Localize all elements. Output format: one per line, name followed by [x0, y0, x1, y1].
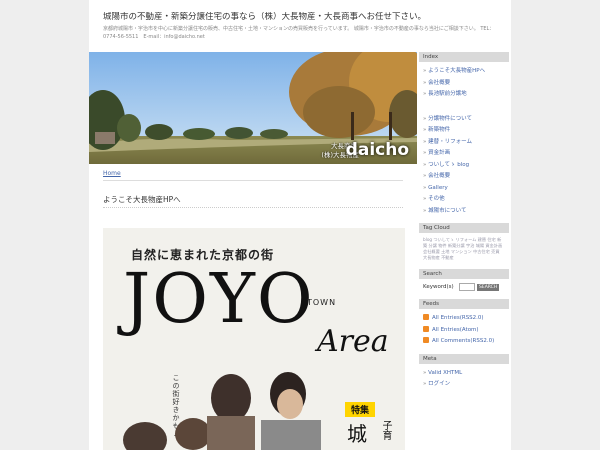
post-title[interactable]: ようこそ大長物産HPへ [103, 194, 181, 205]
feeds-heading: Feeds [419, 299, 509, 309]
page-container: 城陽市の不動産・新築分譲住宅の事なら（株）大長物産・大長商事へお任せ下さい。 京… [89, 0, 511, 450]
hero-brand-logo: daicho [345, 140, 409, 160]
meta-link[interactable]: ログイン [423, 379, 509, 391]
index-item[interactable]: 建替・リフォーム [423, 137, 509, 149]
index-item[interactable]: Gallery [423, 183, 509, 195]
index-item[interactable]: 城陽市について [423, 206, 509, 218]
tagcloud-heading: Tag Cloud [419, 223, 509, 233]
feeds-list: All Entries(RSS2.0) All Entries(Atom) Al… [419, 313, 509, 348]
index-item[interactable]: その他 [423, 194, 509, 206]
sidebar: Index ようこそ大長物産HPへ 会社概要 長池駅前分譲地 分譲物件について … [419, 52, 509, 397]
search-button[interactable]: SEARCH [477, 283, 500, 291]
site-description: 京都府城陽市・宇治市を中心に新築分譲住宅の販売、中古住宅・土地・マンションの売買… [103, 26, 495, 40]
magazine-feature-char: 城 [347, 422, 367, 446]
index-item[interactable]: ついしてゝ blog [423, 160, 509, 172]
search-input[interactable] [459, 283, 475, 291]
index-item[interactable]: 会社概要 [423, 171, 509, 183]
tag-cloud[interactable]: blog ついしてゝ リフォーム 建替 住宅 新築 分譲 物件 新築分譲 宇治 … [419, 237, 509, 263]
index-item[interactable]: ようこそ大長物産HPへ [423, 66, 509, 78]
index-item[interactable]: 長池駅前分譲地 [423, 89, 509, 101]
feed-link[interactable]: All Comments(RSS2.0) [423, 336, 509, 348]
meta-link[interactable]: Valid XHTML [423, 368, 509, 380]
meta-list: Valid XHTML ログイン [419, 368, 509, 391]
index-item[interactable]: 新築物件 [423, 125, 509, 137]
feed-link[interactable]: All Entries(Atom) [423, 325, 509, 337]
index-item[interactable]: 会社概要 [423, 78, 509, 90]
feed-link[interactable]: All Entries(RSS2.0) [423, 313, 509, 325]
index-item[interactable]: 分譲物件について [423, 114, 509, 126]
magazine-feature-text: 子育 [380, 420, 391, 440]
magazine-cover-image: 自然に恵まれた京都の街 JOYO TOWN Area この街好きかも♪ 特集 城… [103, 228, 405, 450]
search-label: Keyword(s) [423, 284, 454, 290]
divider [103, 180, 403, 181]
site-title[interactable]: 城陽市の不動産・新築分譲住宅の事なら（株）大長物産・大長商事へお任せ下さい。 [103, 12, 503, 23]
magazine-feature-badge: 特集 [345, 402, 376, 417]
meta-heading: Meta [419, 353, 509, 364]
index-list-a: ようこそ大長物産HPへ 会社概要 長池駅前分譲地 [419, 66, 509, 101]
index-heading: Index [419, 52, 509, 62]
search-row: Keyword(s) SEARCH [419, 283, 509, 291]
index-list-b: 分譲物件について 新築物件 建替・リフォーム 資金計画 ついしてゝ blog 会… [419, 114, 509, 218]
hero-banner: 大長商事 (株)大長物産 daicho [89, 52, 417, 164]
divider [103, 207, 403, 208]
search-heading: Search [419, 269, 509, 279]
breadcrumb-home[interactable]: Home [103, 170, 121, 177]
index-item[interactable]: 資金計画 [423, 148, 509, 160]
